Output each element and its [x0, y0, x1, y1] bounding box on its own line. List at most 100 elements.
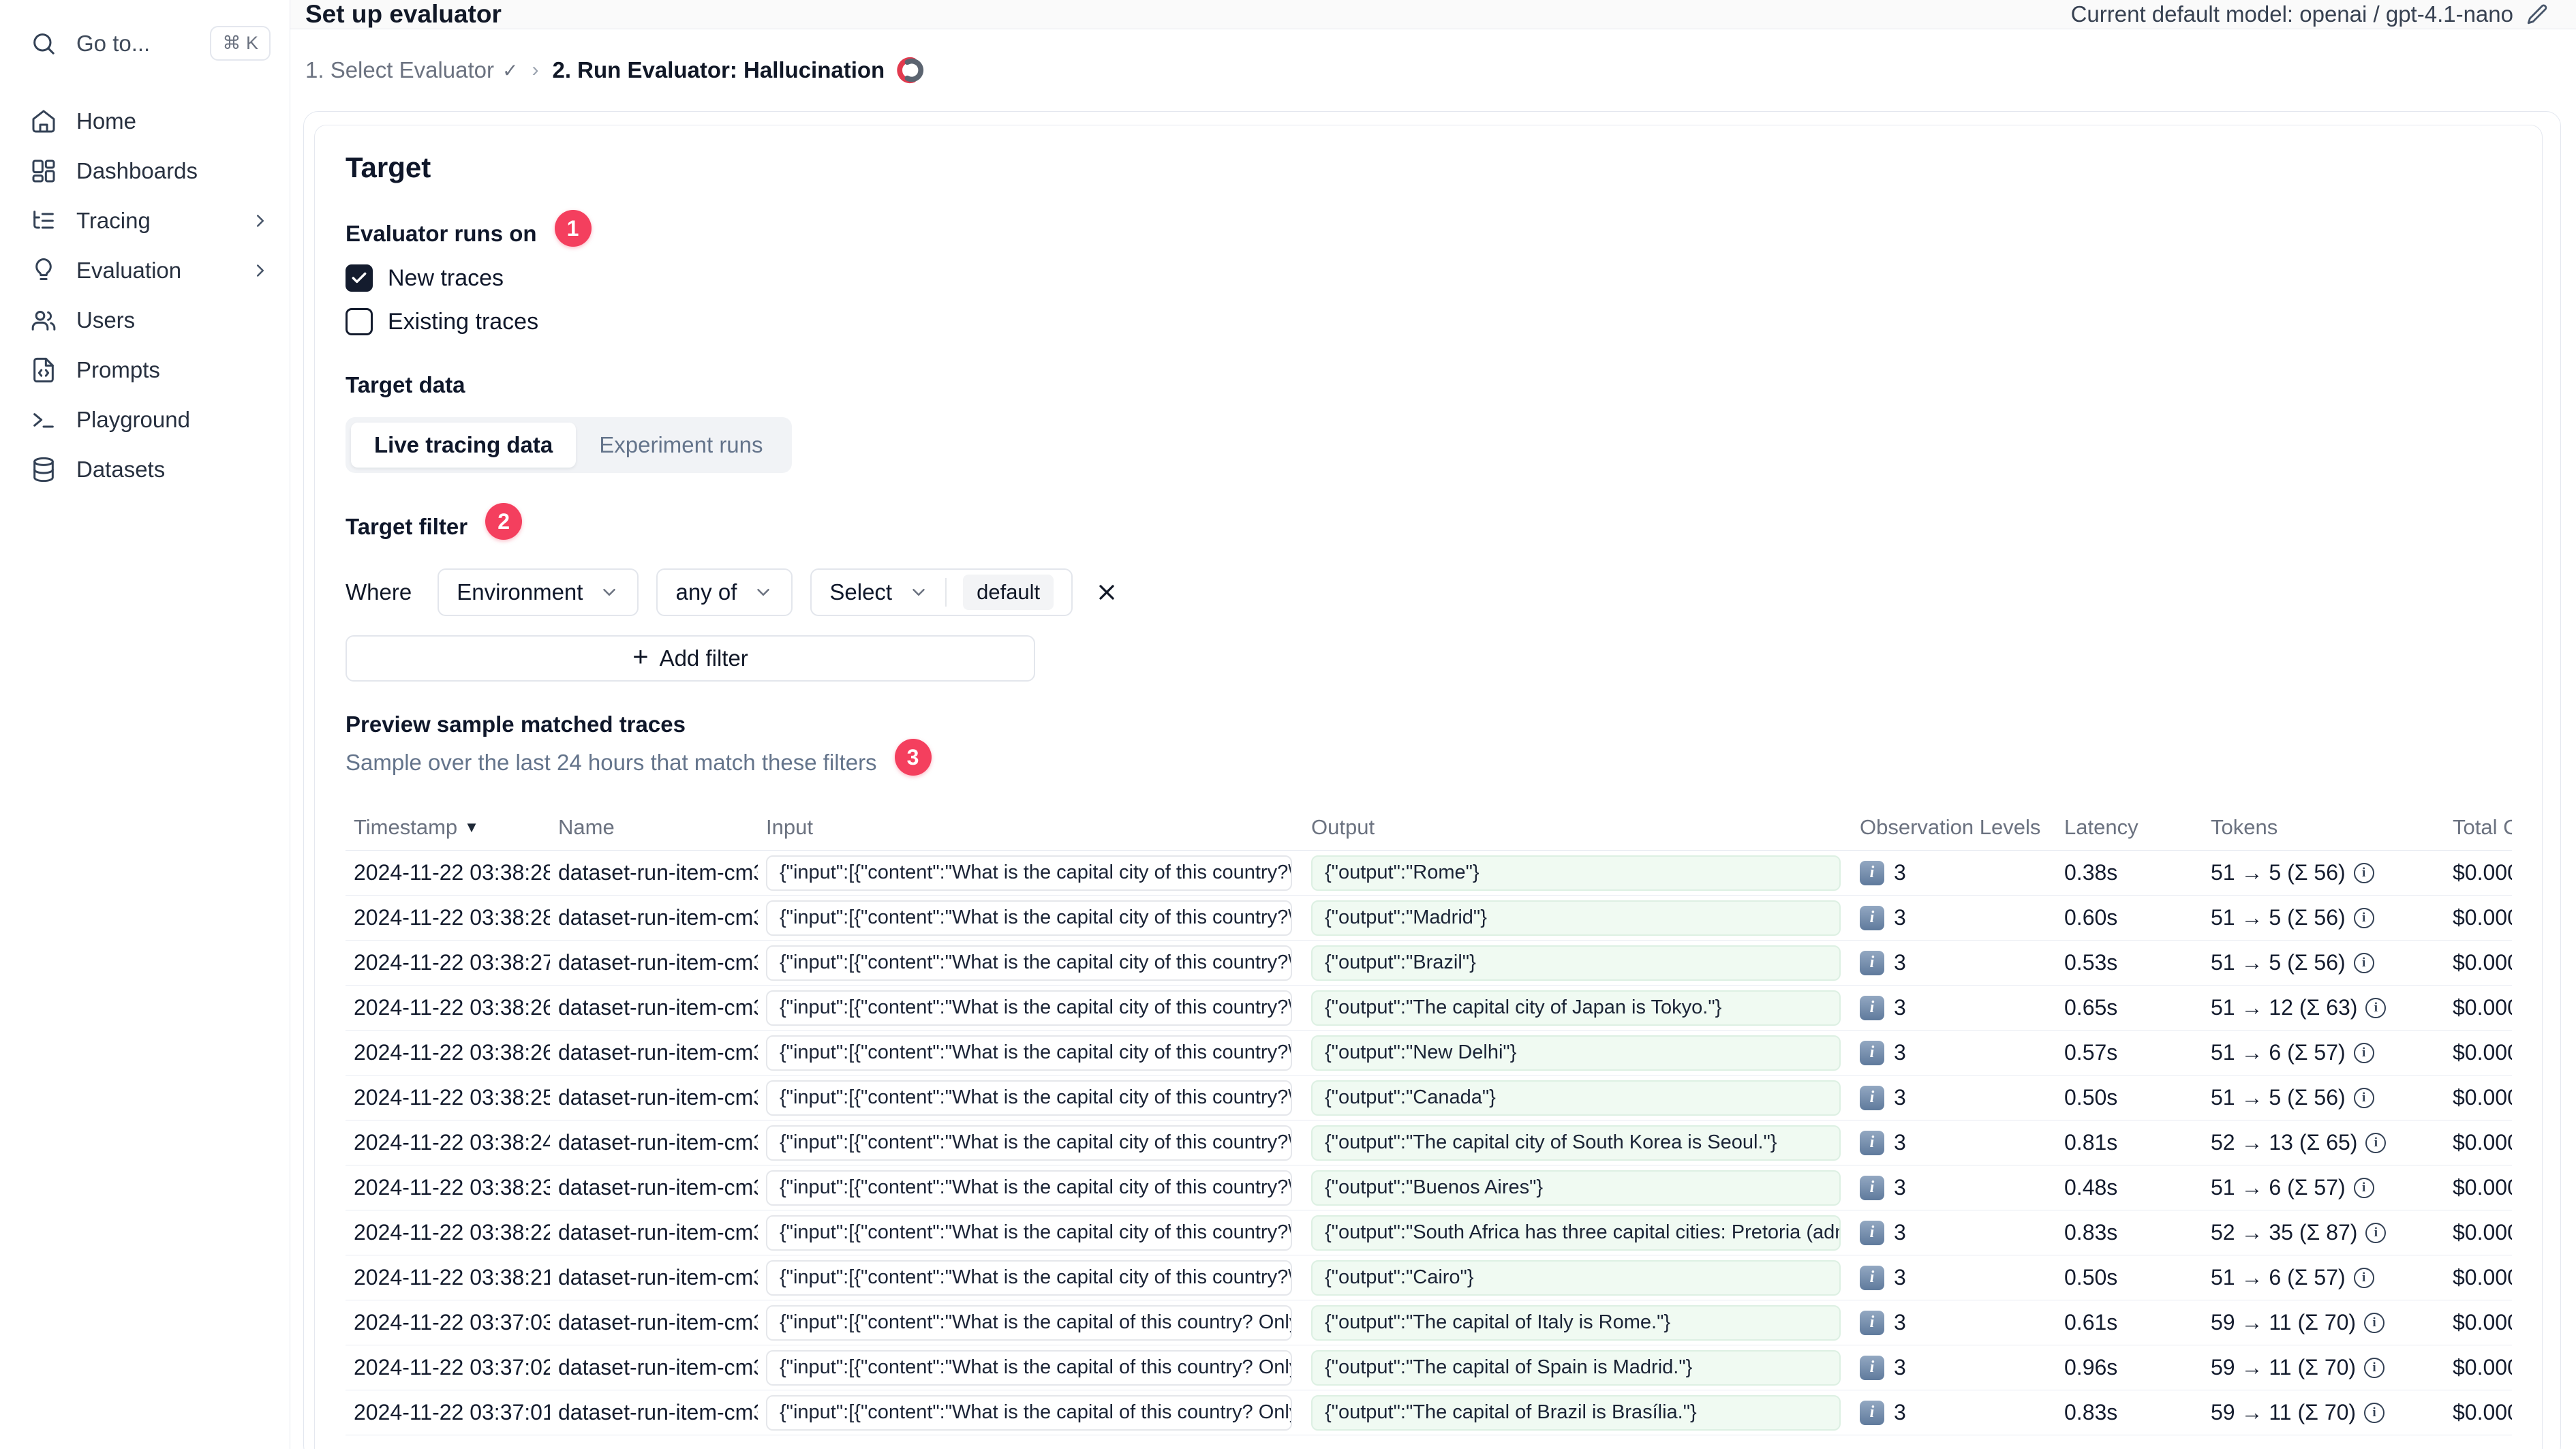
input-json-box[interactable]: {"input":[{"content":"What is the capita…	[766, 1394, 1292, 1431]
col-timestamp[interactable]: Timestamp ▼	[346, 815, 550, 840]
cell-total-cost: $0.000011 (	[2453, 950, 2512, 975]
add-filter-button[interactable]: + Add filter	[346, 635, 1035, 682]
col-input[interactable]: Input	[758, 815, 1303, 840]
table-row[interactable]: 2024-11-22 03:38:26 dataset-run-item-cm3…	[346, 986, 2512, 1031]
output-json-box[interactable]: {"output":"The capital of Brazil is Bras…	[1311, 1394, 1841, 1431]
remove-filter-button[interactable]	[1094, 580, 1119, 605]
table-row[interactable]: 2024-11-22 03:37:02 dataset-run-item-cm3…	[346, 1345, 2512, 1390]
info-circle-icon[interactable]: i	[2364, 1357, 2385, 1378]
col-latency[interactable]: Latency	[2056, 815, 2203, 840]
info-circle-icon[interactable]: i	[2365, 997, 2387, 1018]
input-json-box[interactable]: {"input":[{"content":"What is the capita…	[766, 1260, 1292, 1296]
tab-live-tracing-data[interactable]: Live tracing data	[351, 423, 577, 468]
col-name[interactable]: Name	[550, 815, 758, 840]
info-circle-icon[interactable]: i	[2364, 1402, 2385, 1423]
sidebar-item-evaluation[interactable]: Evaluation	[30, 245, 271, 295]
input-json-box[interactable]: {"input":[{"content":"What is the capita…	[766, 1305, 1292, 1341]
table-row[interactable]: 2024-11-22 03:38:25 dataset-run-item-cm3…	[346, 1076, 2512, 1120]
cell-total-cost: $0.000011 (	[2453, 905, 2512, 930]
table-row[interactable]: 2024-11-22 03:38:26 dataset-run-item-cm3…	[346, 1031, 2512, 1076]
input-json-box[interactable]: {"input":[{"content":"What is the capita…	[766, 945, 1292, 981]
cell-total-cost: $0.00046 (	[2453, 1355, 2512, 1379]
current-default-model-label: Current default model: openai / gpt-4.1-…	[2070, 1, 2513, 27]
cell-output: {"output":"South Africa has three capita…	[1303, 1215, 1852, 1251]
table-row[interactable]: 2024-11-22 03:38:28 dataset-run-item-cm3…	[346, 851, 2512, 896]
input-json-box[interactable]: {"input":[{"content":"What is the capita…	[766, 990, 1292, 1026]
checkbox-checked[interactable]	[346, 264, 373, 292]
cell-total-cost: $0.00046 (	[2453, 1310, 2512, 1334]
sidebar-item-dashboards[interactable]: Dashboards	[30, 146, 271, 196]
col-output[interactable]: Output	[1303, 815, 1852, 840]
table-row[interactable]: 2024-11-22 03:38:22 dataset-run-item-cm3…	[346, 1210, 2512, 1255]
col-observation-levels[interactable]: Observation Levels	[1852, 815, 2056, 840]
breadcrumb-step-1[interactable]: 1. Select Evaluator ✓	[305, 57, 518, 83]
col-total-cost[interactable]: Total Cost	[2444, 815, 2512, 840]
info-circle-icon[interactable]: i	[2353, 907, 2374, 928]
step-badge-2: 2	[485, 503, 523, 540]
filter-value-select[interactable]: Select default	[810, 568, 1073, 616]
sidebar-item-datasets[interactable]: Datasets	[30, 444, 271, 494]
breadcrumb-step-2[interactable]: 2. Run Evaluator: Hallucination	[552, 55, 925, 85]
output-json-box[interactable]: {"output":"Madrid"}	[1311, 900, 1841, 936]
output-json-box[interactable]: {"output":"Canada"}	[1311, 1080, 1841, 1116]
cell-timestamp: 2024-11-22 03:37:02	[354, 1355, 550, 1379]
cell-tokens: 51 → 5 (Σ 56) i	[2203, 860, 2444, 885]
sidebar-item-tracing[interactable]: Tracing	[30, 196, 271, 245]
checkbox-unchecked[interactable]	[346, 308, 373, 335]
sidebar-item-home[interactable]: Home	[30, 96, 271, 146]
cell-tokens: 52 → 35 (Σ 87) i	[2203, 1220, 2444, 1245]
info-circle-icon[interactable]: i	[2365, 1132, 2387, 1153]
filter-column-select[interactable]: Environment	[438, 568, 639, 616]
info-circle-icon[interactable]: i	[2353, 862, 2374, 883]
where-label: Where	[346, 579, 412, 605]
table-row[interactable]: 2024-11-22 03:38:27 dataset-run-item-cm3…	[346, 941, 2512, 986]
info-circle-icon[interactable]: i	[2353, 1267, 2374, 1288]
input-json-box[interactable]: {"input":[{"content":"What is the capita…	[766, 1080, 1292, 1116]
input-json-box[interactable]: {"input":[{"content":"What is the capita…	[766, 900, 1292, 936]
table-row[interactable]: 2024-11-22 03:37:03 dataset-run-item-cm3…	[346, 1300, 2512, 1345]
info-circle-icon[interactable]: i	[2353, 1042, 2374, 1063]
checkbox-existing-traces[interactable]: Existing traces	[346, 304, 2512, 339]
checkbox-new-traces[interactable]: New traces	[346, 260, 2512, 296]
output-json-box[interactable]: {"output":"The capital of Spain is Madri…	[1311, 1349, 1841, 1386]
table-row[interactable]: 2024-11-22 03:37:01 dataset-run-item-cm3…	[346, 1390, 2512, 1435]
output-json-box[interactable]: {"output":"The capital city of Japan is …	[1311, 990, 1841, 1026]
filter-operator-select[interactable]: any of	[656, 568, 793, 616]
output-json-box[interactable]: {"output":"Buenos Aires"}	[1311, 1170, 1841, 1206]
input-json-box[interactable]: {"input":[{"content":"What is the capita…	[766, 1349, 1292, 1386]
info-square-icon: i	[1860, 1265, 1884, 1290]
output-json-box[interactable]: {"output":"New Delhi"}	[1311, 1035, 1841, 1071]
info-circle-icon[interactable]: i	[2364, 1312, 2385, 1333]
output-json-box[interactable]: {"output":"Cairo"}	[1311, 1260, 1841, 1296]
cell-total-cost: $0.000011 (	[2453, 1040, 2512, 1065]
table-row[interactable]: 2024-11-22 03:38:23 dataset-run-item-cm3…	[346, 1165, 2512, 1210]
table-row[interactable]: 2024-11-22 03:38:24 dataset-run-item-cm3…	[346, 1120, 2512, 1165]
sidebar-item-playground[interactable]: Playground	[30, 395, 271, 444]
sidebar-item-prompts[interactable]: Prompts	[30, 345, 271, 395]
output-json-box[interactable]: {"output":"The capital city of South Kor…	[1311, 1125, 1841, 1161]
info-circle-icon[interactable]: i	[2353, 1087, 2374, 1108]
table-row[interactable]: 2024-11-22 03:38:21 dataset-run-item-cm3…	[346, 1255, 2512, 1300]
input-json-box[interactable]: {"input":[{"content":"What is the capita…	[766, 1125, 1292, 1161]
tab-experiment-runs[interactable]: Experiment runs	[576, 423, 786, 468]
goto-button[interactable]: Go to... ⌘ K	[30, 26, 271, 61]
info-circle-icon[interactable]: i	[2365, 1222, 2387, 1243]
input-json-box[interactable]: {"input":[{"content":"What is the capita…	[766, 1215, 1292, 1251]
info-circle-icon[interactable]: i	[2353, 952, 2374, 973]
cell-latency: 0.48s	[2064, 1175, 2118, 1200]
col-tokens[interactable]: Tokens	[2203, 815, 2444, 840]
output-json-box[interactable]: {"output":"Rome"}	[1311, 855, 1841, 891]
pencil-icon[interactable]	[2526, 3, 2549, 26]
output-json-box[interactable]: {"output":"South Africa has three capita…	[1311, 1215, 1841, 1251]
table-row[interactable]: 2024-11-22 03:38:28 dataset-run-item-cm3…	[346, 896, 2512, 941]
output-json-box[interactable]: {"output":"Brazil"}	[1311, 945, 1841, 981]
input-json-box[interactable]: {"input":[{"content":"What is the capita…	[766, 855, 1292, 891]
sidebar-item-users[interactable]: Users	[30, 295, 271, 345]
info-circle-icon[interactable]: i	[2353, 1177, 2374, 1198]
input-json-box[interactable]: {"input":[{"content":"What is the capita…	[766, 1170, 1292, 1206]
cell-observation-levels: i3	[1852, 1400, 2056, 1425]
cell-input: {"input":[{"content":"What is the capita…	[758, 1170, 1303, 1206]
sidebar-item-label: Playground	[76, 406, 190, 432]
output-json-box[interactable]: {"output":"The capital of Italy is Rome.…	[1311, 1305, 1841, 1341]
input-json-box[interactable]: {"input":[{"content":"What is the capita…	[766, 1035, 1292, 1071]
